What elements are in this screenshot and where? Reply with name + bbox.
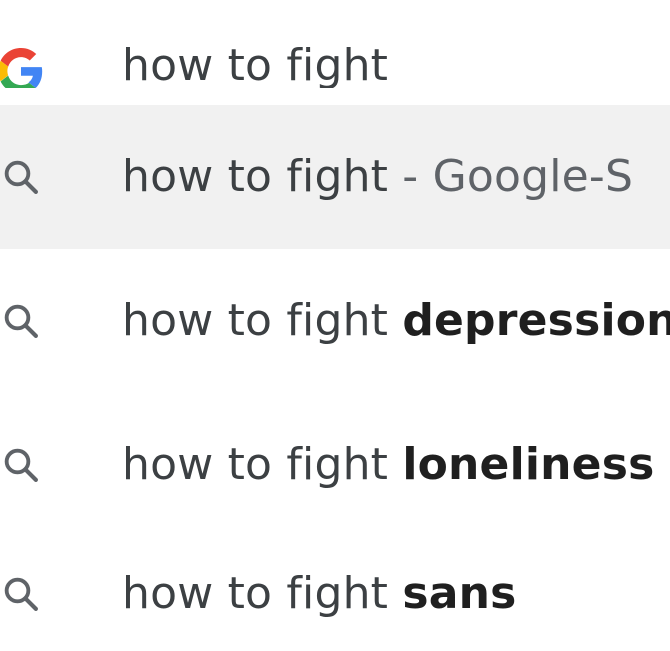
omnibox-input[interactable]: how to fight [122,44,388,88]
suggestion-prefix: how to fight [122,295,389,346]
suggestion-text: how to fight sans [122,572,517,616]
omnibox-input-row[interactable]: how to fight [0,0,670,88]
search-icon [0,150,48,204]
suggestion-text: how to fight loneliness [122,443,655,487]
suggestion-completion: loneliness [402,439,655,490]
google-g-icon [0,44,48,88]
search-icon [0,438,48,492]
suggestion-item[interactable]: how to fight loneliness [0,393,670,537]
suggestion-descriptor: - Google-S [388,151,634,202]
omnibox-dropdown: how to fight how to fight - Google-S how… [0,0,670,651]
suggestion-text: how to fight depression [122,299,670,343]
suggestion-prefix: how to fight [122,151,389,202]
suggestion-item[interactable]: how to fight - Google-S [0,105,670,249]
suggestion-completion: sans [402,568,517,619]
search-icon [0,567,48,621]
suggestion-item[interactable]: how to fight depression [0,249,670,393]
suggestion-item[interactable]: how to fight sans [0,537,670,651]
suggestion-prefix: how to fight [122,439,389,490]
suggestion-completion: depression [402,295,670,346]
search-icon [0,294,48,348]
suggestion-text: how to fight - Google-S [122,155,633,199]
suggestion-prefix: how to fight [122,568,389,619]
